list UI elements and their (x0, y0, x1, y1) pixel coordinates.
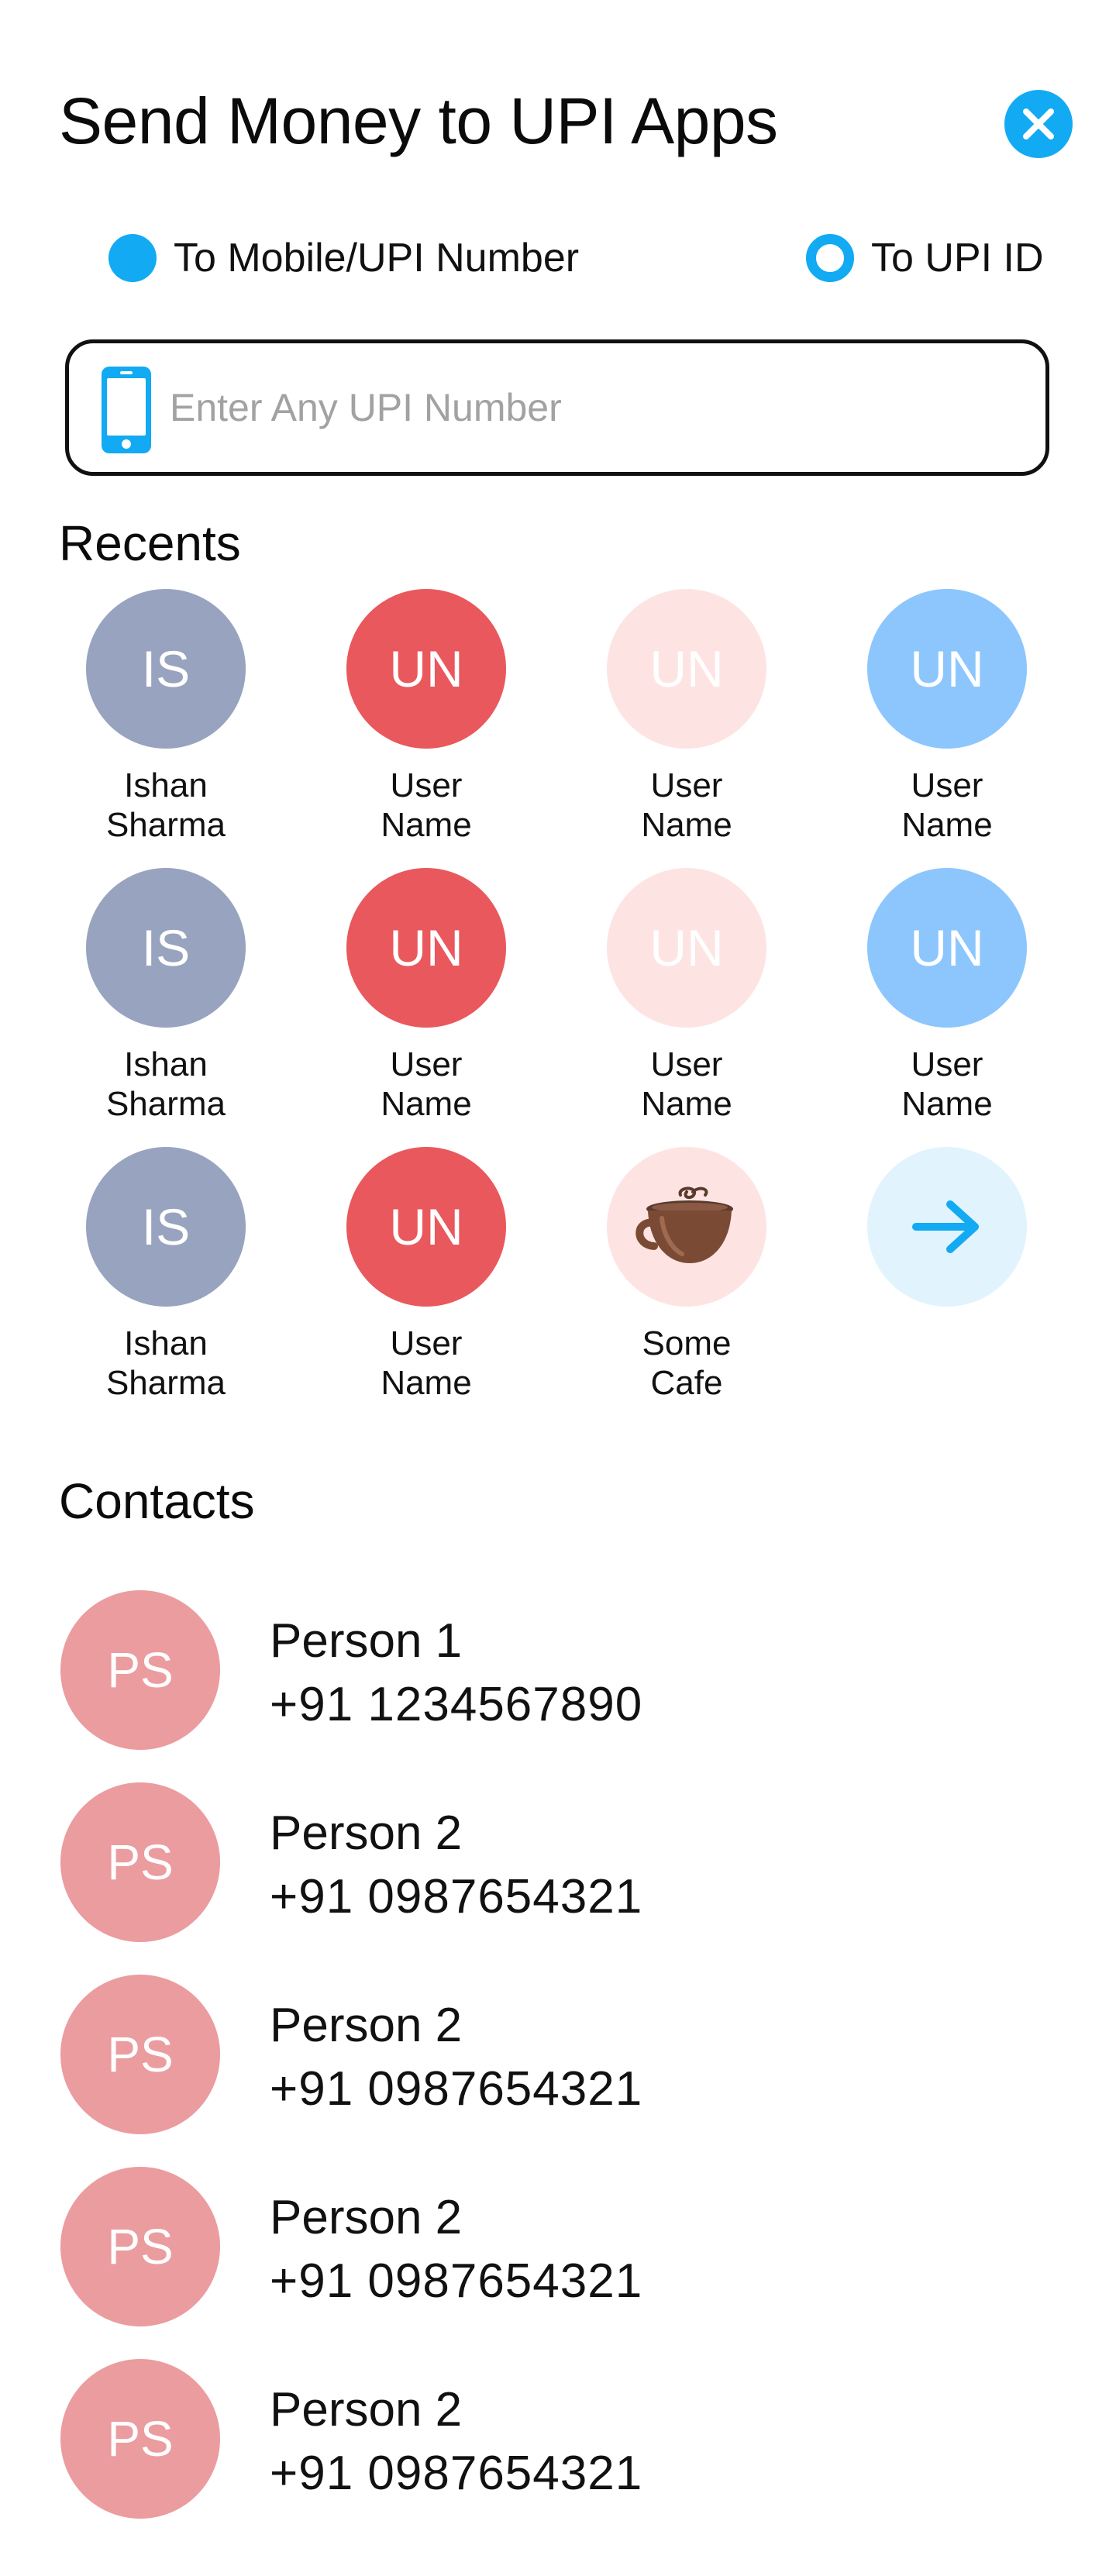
recent-name: Ishan Sharma (65, 1324, 267, 1403)
avatar: UN (346, 868, 506, 1028)
avatar (867, 1147, 1027, 1307)
avatar (607, 1147, 766, 1307)
arrow-right-icon (912, 1200, 979, 1253)
name-last: Name (381, 1364, 472, 1402)
avatar: IS (86, 589, 246, 749)
avatar: UN (607, 589, 766, 749)
radio-selected-indicator[interactable] (108, 234, 157, 282)
recent-name: User Name (846, 766, 1048, 845)
name-last: Name (641, 1085, 732, 1123)
contact-row[interactable]: PS Person 2 +91 0987654321 (60, 2167, 1052, 2326)
avatar: PS (60, 1975, 220, 2134)
name-last: Sharma (105, 806, 226, 844)
contact-phone: +91 0987654321 (270, 2254, 643, 2308)
contact-name: Person 2 (270, 1806, 463, 1860)
avatar: UN (346, 589, 506, 749)
recent-name: User Name (326, 1324, 527, 1403)
close-button[interactable] (1004, 90, 1073, 158)
avatar: PS (60, 1590, 220, 1750)
contact-row[interactable]: PS Person 1 +91 1234567890 (60, 1590, 1052, 1750)
name-first: User (390, 766, 463, 804)
contact-phone: +91 0987654321 (270, 2062, 643, 2116)
avatar: UN (607, 868, 766, 1028)
contact-phone: +91 1234567890 (270, 1678, 643, 1731)
name-first: User (911, 1045, 983, 1083)
name-first: User (911, 766, 983, 804)
close-icon (1023, 108, 1054, 139)
recent-merchant-cafe[interactable]: Some Cafe (570, 1147, 803, 1403)
name-last: Name (641, 806, 732, 844)
recent-name: Ishan Sharma (65, 766, 267, 845)
recent-contact[interactable]: IS Ishan Sharma (50, 1147, 282, 1403)
contact-row[interactable]: PS Person 2 +91 0987654321 (60, 1975, 1052, 2134)
name-last: Name (901, 806, 993, 844)
contact-phone: +91 0987654321 (270, 2447, 643, 2500)
contact-row[interactable]: PS Person 2 +91 0987654321 (60, 2359, 1052, 2519)
contact-name: Person 2 (270, 1999, 463, 2052)
recent-name: User Name (586, 766, 787, 845)
avatar: UN (346, 1147, 506, 1307)
recent-contact[interactable]: UN User Name (570, 589, 803, 845)
contact-name: Person 2 (270, 2383, 463, 2437)
recent-contact[interactable]: UN User Name (310, 589, 542, 845)
avatar: PS (60, 2167, 220, 2326)
name-first: User (650, 766, 723, 804)
avatar: IS (86, 868, 246, 1028)
radio-to-mobile-upi-number[interactable]: To Mobile/UPI Number (108, 232, 579, 284)
recent-contact[interactable]: UN User Name (831, 868, 1063, 1124)
name-last: Sharma (105, 1085, 226, 1123)
send-money-screen: Send Money to UPI Apps To Mobile/UPI Num… (0, 0, 1116, 2576)
name-last: Name (381, 806, 472, 844)
page-title: Send Money to UPI Apps (59, 84, 778, 157)
name-first: Ishan (124, 1045, 208, 1083)
name-first: Some (642, 1324, 732, 1362)
radio-unselected-indicator[interactable] (806, 234, 854, 282)
radio-label-mobile: To Mobile/UPI Number (174, 236, 580, 281)
recent-contact[interactable]: UN User Name (310, 1147, 542, 1403)
recents-heading: Recents (59, 515, 241, 571)
avatar: PS (60, 1782, 220, 1942)
radio-label-upi-id: To UPI ID (871, 236, 1044, 281)
recent-name: User Name (326, 1045, 527, 1124)
contacts-heading: Contacts (59, 1473, 255, 1529)
avatar: IS (86, 1147, 246, 1307)
recent-name: User Name (586, 1045, 787, 1124)
recent-contact[interactable]: IS Ishan Sharma (50, 868, 282, 1124)
name-last: Cafe (650, 1364, 723, 1402)
recent-name: Ishan Sharma (65, 1045, 267, 1124)
radio-to-upi-id[interactable]: To UPI ID (806, 232, 1044, 284)
recent-contact[interactable]: UN User Name (310, 868, 542, 1124)
name-first: Ishan (124, 1324, 208, 1362)
name-first: User (650, 1045, 723, 1083)
name-first: Ishan (124, 766, 208, 804)
avatar: UN (867, 589, 1027, 749)
recent-name: User Name (326, 766, 527, 845)
contact-name: Person 1 (270, 1614, 463, 1668)
coffee-cup-icon (636, 1186, 733, 1263)
contact-phone: +91 0987654321 (270, 1870, 643, 1923)
recent-contact[interactable]: UN User Name (831, 589, 1063, 845)
upi-number-input-box[interactable] (65, 339, 1049, 476)
recent-name: User Name (846, 1045, 1048, 1124)
name-last: Name (901, 1085, 993, 1123)
name-last: Name (381, 1085, 472, 1123)
upi-number-input[interactable] (170, 374, 1007, 441)
name-last: Sharma (105, 1364, 226, 1402)
view-more-recents-button[interactable] (831, 1147, 1063, 1307)
recent-contact[interactable]: UN User Name (570, 868, 803, 1124)
recent-name: Some Cafe (586, 1324, 787, 1403)
name-first: User (390, 1045, 463, 1083)
name-first: User (390, 1324, 463, 1362)
mobile-phone-icon (102, 367, 151, 453)
recent-contact[interactable]: IS Ishan Sharma (50, 589, 282, 845)
avatar: UN (867, 868, 1027, 1028)
contact-name: Person 2 (270, 2191, 463, 2244)
contact-row[interactable]: PS Person 2 +91 0987654321 (60, 1782, 1052, 1942)
avatar: PS (60, 2359, 220, 2519)
